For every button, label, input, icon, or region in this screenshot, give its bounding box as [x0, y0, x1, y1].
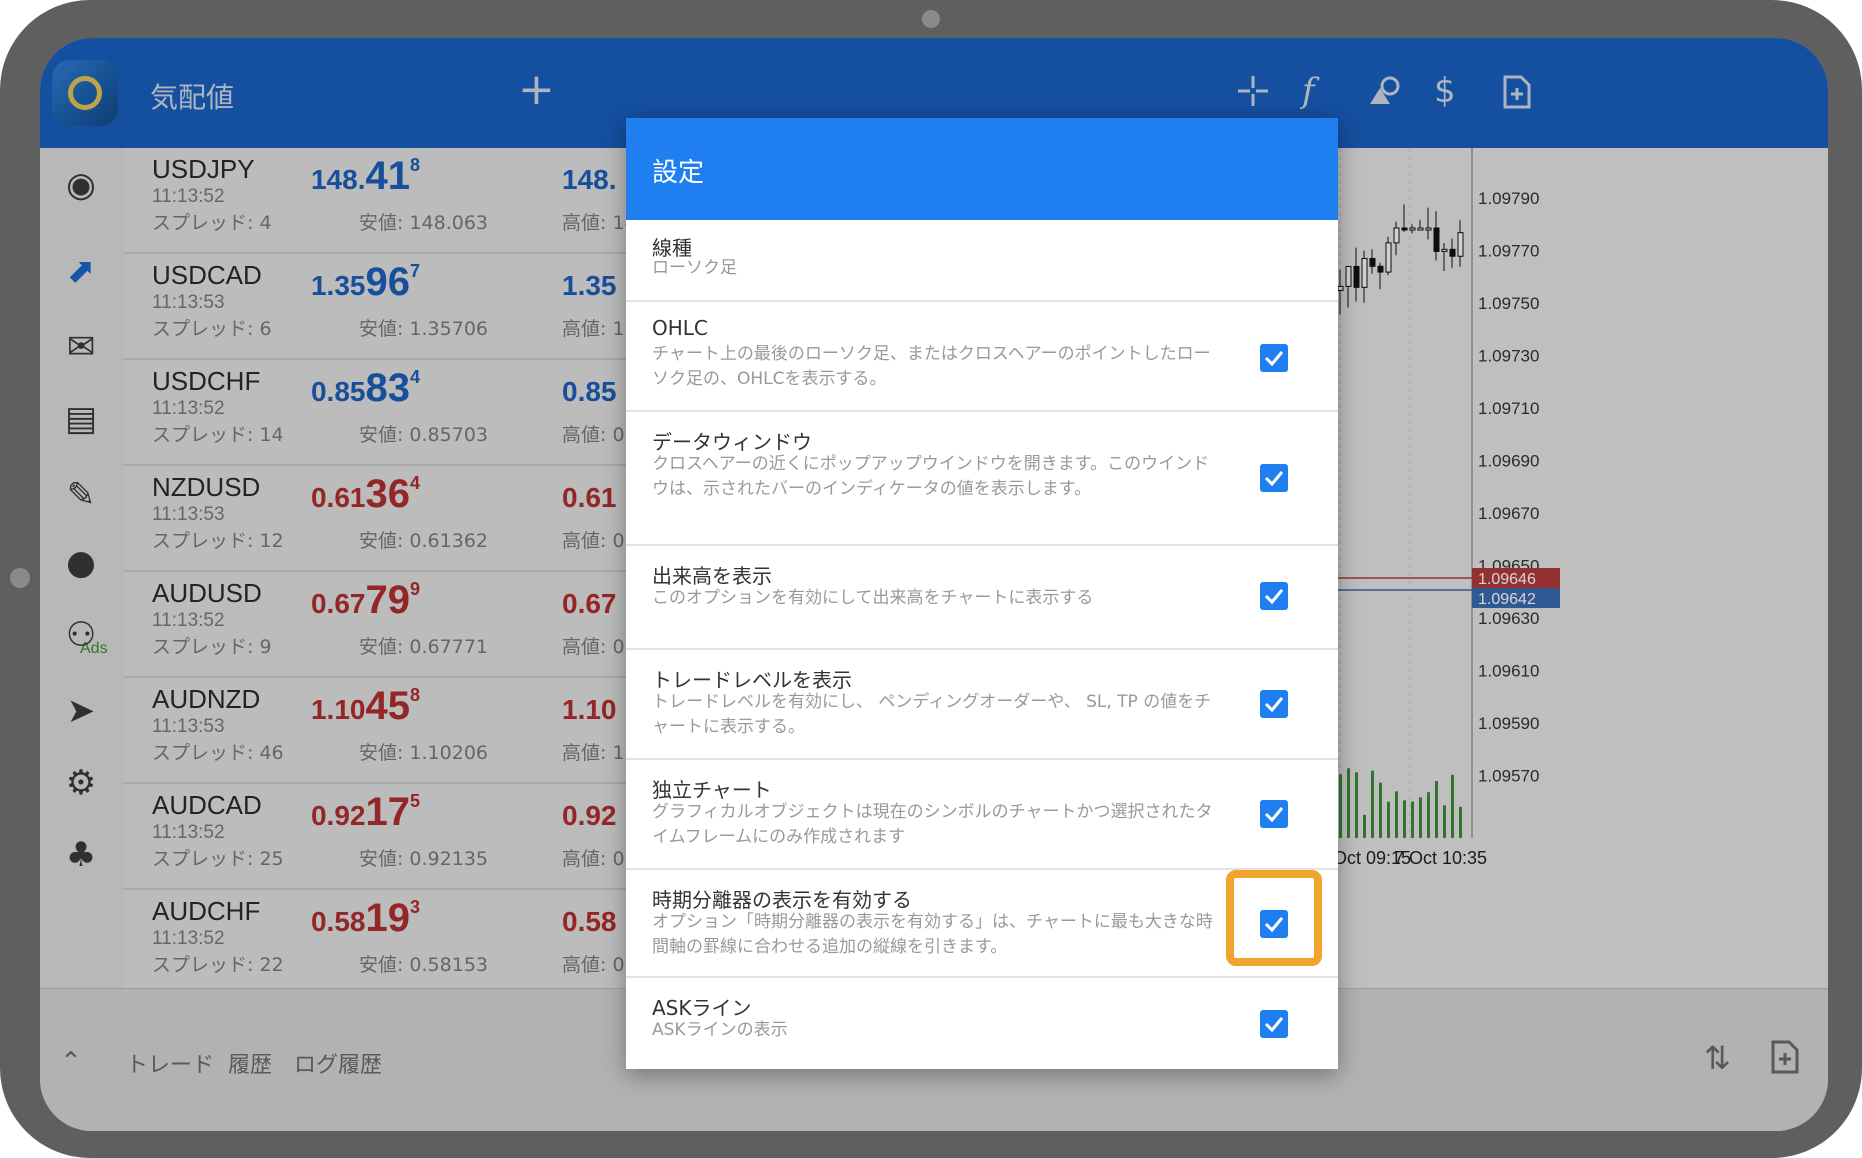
setting-title: 時期分離器の表示を有効する — [652, 888, 912, 912]
setting-description: トレードレベルを有効にし、 ペンディングオーダーや、 SL, TP の値をチャー… — [652, 692, 1212, 737]
show-volume-checkbox[interactable] — [1260, 582, 1288, 610]
setting-description: クロスヘアーの近くにポップアップウインドウを開きます。このウインドウは、示された… — [652, 454, 1210, 499]
setting-description: ASKラインの表示 — [652, 1020, 788, 1040]
setting-title: データウィンドウ — [652, 430, 812, 454]
dialog-header: 設定 — [626, 118, 1338, 220]
setting-line-type[interactable]: 線種 ローソク足 — [626, 220, 1338, 300]
setting-description: チャート上の最後のローソク足、またはクロスヘアーのポイントしたローソク足の、OH… — [652, 344, 1211, 389]
data-window-checkbox[interactable] — [1260, 464, 1288, 492]
setting-show-volume[interactable]: 出来高を表示 このオプションを有効にして出来高をチャートに表示する — [626, 544, 1338, 648]
independent-chart-checkbox[interactable] — [1260, 800, 1288, 828]
setting-independent-chart[interactable]: 独立チャート グラフィカルオブジェクトは現在のシンボルのチャートかつ選択されたタ… — [626, 758, 1338, 868]
setting-trade-levels[interactable]: トレードレベルを表示 トレードレベルを有効にし、 ペンディングオーダーや、 SL… — [626, 648, 1338, 758]
setting-description: グラフィカルオブジェクトは現在のシンボルのチャートかつ選択されたタイムフレームに… — [652, 802, 1213, 847]
setting-description: ローソク足 — [652, 258, 737, 278]
check-icon — [1264, 807, 1284, 823]
trade-levels-checkbox[interactable] — [1260, 690, 1288, 718]
check-icon — [1264, 471, 1284, 487]
check-icon — [1264, 351, 1284, 367]
setting-title: 出来高を表示 — [652, 564, 772, 588]
setting-title: トレードレベルを表示 — [652, 668, 852, 692]
camera-dot — [922, 10, 940, 28]
setting-ask-line[interactable]: ASKライン ASKラインの表示 — [626, 976, 1338, 1069]
setting-data-window[interactable]: データウィンドウ クロスヘアーの近くにポップアップウインドウを開きます。このウイ… — [626, 410, 1338, 544]
setting-description: オプション「時期分離器の表示を有効する」は、チャートに最も大きな時間軸の罫線に合… — [652, 912, 1213, 957]
screen: 気配値 + f $ ◉ ⬈ ✉ ▤ ✎ Ads ● ⚇ ➤ ⚙ ♣ USDJPY… — [40, 38, 1828, 1131]
settings-dialog: 設定 線種 ローソク足 OHLC チャート上の最後のローソク足、またはクロスヘア… — [626, 118, 1338, 1069]
check-icon — [1264, 589, 1284, 605]
setting-ohlc[interactable]: OHLC チャート上の最後のローソク足、またはクロスヘアーのポイントしたローソク… — [626, 300, 1338, 410]
check-icon — [1264, 1017, 1284, 1033]
setting-title: ASKライン — [652, 996, 752, 1020]
side-button — [10, 568, 30, 588]
ohlc-checkbox[interactable] — [1260, 344, 1288, 372]
setting-description: このオプションを有効にして出来高をチャートに表示する — [652, 588, 1094, 608]
setting-title: OHLC — [652, 316, 708, 340]
setting-title: 独立チャート — [652, 778, 772, 802]
dialog-title: 設定 — [652, 158, 705, 188]
ask-line-checkbox[interactable] — [1260, 1010, 1288, 1038]
highlight-box — [1226, 870, 1322, 966]
check-icon — [1264, 697, 1284, 713]
